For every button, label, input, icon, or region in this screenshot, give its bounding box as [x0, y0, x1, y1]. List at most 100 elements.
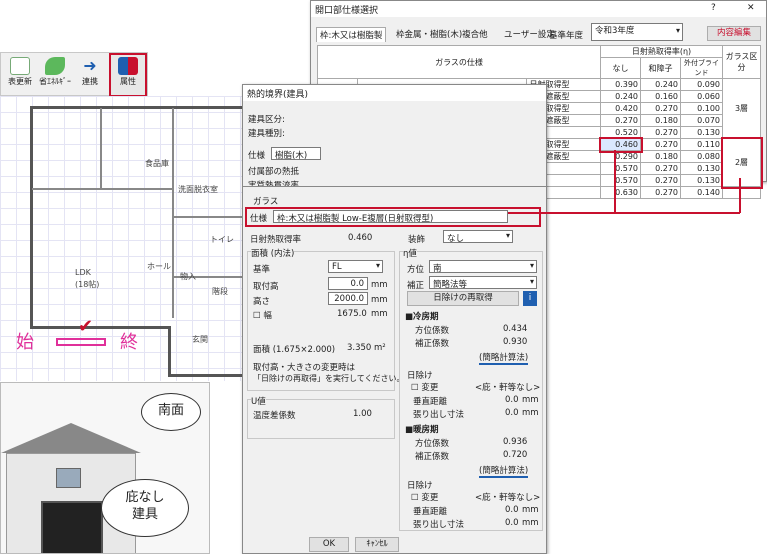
cool-calc-method: (簡略計算法): [479, 353, 529, 365]
south-bubble: 南面: [141, 393, 201, 431]
soshoku-select[interactable]: なし: [443, 230, 513, 243]
cool-houi-value: 0.434: [503, 324, 528, 334]
glass-group-title: ガラス: [253, 197, 279, 207]
value-cell[interactable]: 0.630: [600, 186, 641, 199]
arrow-link-icon: ➜: [83, 56, 97, 75]
heat-vertical-label: 垂直距離: [413, 507, 448, 517]
value-cell[interactable]: 0.390: [600, 78, 641, 91]
shading-value: 0.460: [348, 233, 373, 243]
value-cell[interactable]: 0.130: [680, 174, 723, 187]
value-cell[interactable]: 0.240: [640, 78, 681, 91]
ok-button[interactable]: OK: [309, 537, 349, 552]
value-cell[interactable]: 0.110: [680, 138, 723, 151]
toritsuke-field[interactable]: 0.0: [328, 277, 368, 290]
heat-change-checkbox[interactable]: ☐ 変更: [411, 491, 438, 503]
cool-overhang-value: 0.0: [505, 408, 519, 418]
value-cell[interactable]: 0.180: [640, 114, 681, 127]
kijun-label: 基準: [253, 265, 271, 275]
value-cell[interactable]: 0.460: [598, 136, 643, 153]
value-cell[interactable]: 0.270: [640, 126, 681, 139]
value-cell[interactable]: 0.270: [600, 114, 641, 127]
leader-line: [508, 212, 740, 214]
edit-content-button[interactable]: 内容編集: [707, 26, 761, 41]
glass-spec-field[interactable]: 枠:木又は樹脂製 Low-E複層(日射取得型): [273, 210, 508, 223]
value-cell[interactable]: 0.570: [600, 174, 641, 187]
value-cell[interactable]: 0.240: [600, 90, 641, 103]
cool-hiyoke-label: 日除け: [407, 371, 433, 381]
takasa-field[interactable]: 2000.0: [328, 292, 368, 305]
temp-label: 温度差係数: [253, 411, 296, 421]
hosei-select[interactable]: 簡略法等: [429, 276, 537, 289]
info-icon[interactable]: i: [523, 291, 537, 306]
leader-line: [739, 178, 741, 213]
value-cell[interactable]: 0.270: [640, 138, 681, 151]
heat-hosei-label: 補正係数: [415, 452, 450, 462]
value-cell[interactable]: 0.420: [600, 102, 641, 115]
wall: [32, 188, 172, 190]
value-cell[interactable]: 0.290: [600, 150, 641, 163]
wall: [172, 216, 244, 218]
wall: [168, 374, 245, 377]
fixture-bubble: 庇なし 建具: [101, 479, 189, 537]
value-cell[interactable]: 0.270: [640, 102, 681, 115]
temp-value: 1.00: [353, 409, 372, 419]
value-cell[interactable]: 0.070: [680, 114, 723, 127]
value-cell[interactable]: 0.140: [680, 186, 723, 199]
value-cell[interactable]: 0.270: [640, 162, 681, 175]
reacquire-shade-button[interactable]: 日除けの再取得: [407, 291, 519, 306]
value-cell[interactable]: 0.060: [680, 90, 723, 103]
table-update-button[interactable]: 表更新: [3, 55, 37, 95]
tab-wood-resin[interactable]: 枠:木又は樹脂製: [316, 27, 387, 42]
value-cell[interactable]: 0.270: [640, 174, 681, 187]
wall: [100, 108, 102, 188]
attribute-button[interactable]: 属性: [109, 53, 147, 97]
col-shoji-header: 和障子: [640, 57, 681, 79]
props-panel: ガラス 仕様 枠:木又は樹脂製 Low-E複層(日射取得型) 日射熱取得率 0.…: [242, 186, 547, 554]
spec-dialog-titlebar: 開口部仕様選択 ? ✕: [311, 1, 766, 17]
heat-overhang-value: 0.0: [505, 518, 519, 528]
value-cell[interactable]: 0.130: [680, 126, 723, 139]
value-cell[interactable]: 0.570: [600, 162, 641, 175]
leaf-icon: [45, 57, 65, 75]
glass-spec-label: 仕様: [250, 214, 268, 224]
cool-hosei-label: 補正係数: [415, 339, 450, 349]
props-dialog-title: 熱的境界(建具): [243, 85, 546, 101]
heat-vertical-value: 0.0: [505, 505, 519, 515]
value-cell[interactable]: 0.130: [680, 162, 723, 175]
room-label: トイレ: [210, 235, 234, 244]
unit-mm: mm: [522, 395, 539, 405]
cool-change-checkbox[interactable]: ☐ 変更: [411, 381, 438, 393]
spec-field[interactable]: 樹脂(木): [271, 147, 321, 160]
link-button[interactable]: ➜ 連携: [73, 55, 107, 95]
note-line-1: 取付高・大きさの変更時は: [253, 363, 356, 373]
haba-checkbox[interactable]: ☐ 幅: [253, 309, 272, 321]
toolbar: 表更新 省ｴﾈﾙｷﾞｰ ➜ 連携 属性: [0, 52, 148, 97]
shading-label: 日射熱取得率: [250, 235, 302, 245]
value-cell[interactable]: 0.100: [680, 102, 723, 115]
kijun-select[interactable]: FL: [328, 260, 383, 273]
value-cell[interactable]: 0.270: [640, 186, 681, 199]
value-cell[interactable]: 0.080: [680, 150, 723, 163]
heat-change-label: 変更: [421, 493, 439, 503]
selected-window[interactable]: [56, 338, 106, 346]
soshoku-label: 装飾: [408, 235, 426, 245]
heat-change-value: <庇・軒等なし>: [475, 493, 541, 503]
spec-dialog-title: 開口部仕様選択: [315, 6, 379, 16]
room-label: 玄関: [192, 335, 208, 344]
tab-metal-composite[interactable]: 枠金属・樹脂(木)複合他: [393, 27, 491, 41]
value-cell[interactable]: 0.520: [600, 126, 641, 139]
houi-select[interactable]: 南: [429, 260, 537, 273]
houi-label: 方位: [407, 265, 425, 275]
energy-saving-button[interactable]: 省ｴﾈﾙｷﾞｰ: [38, 55, 72, 95]
glass-class-cell: 3層: [722, 78, 761, 139]
cancel-button[interactable]: ｷｬﾝｾﾙ: [355, 537, 399, 552]
help-button[interactable]: ?: [711, 3, 716, 13]
value-cell[interactable]: 0.090: [680, 78, 723, 91]
leader-line: [614, 150, 616, 213]
close-button[interactable]: ✕: [747, 3, 755, 13]
upper-window: [56, 468, 81, 488]
year-select[interactable]: 令和3年度: [591, 23, 683, 41]
value-cell[interactable]: 0.180: [640, 150, 681, 163]
value-cell[interactable]: 0.160: [640, 90, 681, 103]
unit-mm: mm: [371, 295, 388, 305]
